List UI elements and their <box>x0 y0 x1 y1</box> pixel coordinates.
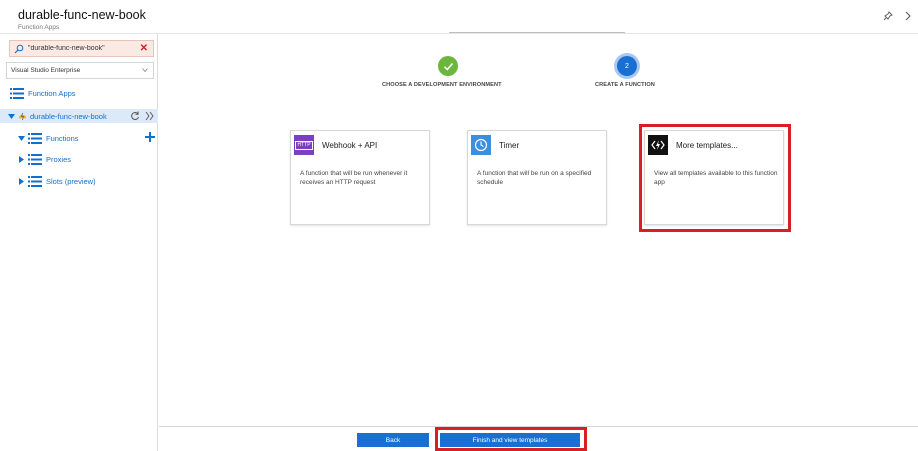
step-complete-check-icon <box>438 56 458 76</box>
step-label-create-function: CREATE A FUNCTION <box>595 82 655 88</box>
list-icon <box>28 153 42 165</box>
sidebar-app-name: durable-func-new-book <box>30 111 107 121</box>
header-actions <box>882 10 914 22</box>
sidebar-item-label: Functions <box>46 133 79 143</box>
sidebar-item-slots[interactable]: Slots (preview) <box>18 174 96 188</box>
close-icon[interactable]: ✕ <box>140 43 148 54</box>
function-app-icon <box>18 112 27 120</box>
wizard-progress-line <box>449 32 625 33</box>
sidebar-item-label: Proxies <box>46 154 72 164</box>
template-card-webhook[interactable]: HTTP Webhook + API A function that will … <box>290 130 430 225</box>
back-button[interactable]: Back <box>357 433 429 447</box>
chevron-down-icon <box>142 68 148 73</box>
sidebar-item-app[interactable]: durable-func-new-book <box>0 109 158 123</box>
step-label-choose-environment: CHOOSE A DEVELOPMENT ENVIRONMENT <box>382 82 502 88</box>
sidebar: ✕ Visual Studio Enterprise Function Apps… <box>0 34 158 451</box>
caret-right-icon[interactable] <box>18 155 25 163</box>
sidebar-item-label: Slots (preview) <box>46 176 96 186</box>
main-content <box>159 34 918 426</box>
page-subtitle: Function Apps <box>18 24 60 31</box>
sidebar-item-label: Function Apps <box>28 88 76 98</box>
subscription-selected-value: Visual Studio Enterprise <box>11 67 81 74</box>
double-chevron-right-icon[interactable] <box>145 111 154 121</box>
search-icon <box>14 44 24 53</box>
card-title: Webhook + API <box>322 140 378 150</box>
list-icon <box>28 132 42 144</box>
sidebar-item-function-apps[interactable]: Function Apps <box>10 86 76 100</box>
refresh-icon[interactable] <box>130 111 140 121</box>
template-card-timer[interactable]: Timer A function that will be run on a s… <box>467 130 607 225</box>
page-title: durable-func-new-book <box>18 8 146 22</box>
caret-down-icon[interactable] <box>18 135 25 142</box>
sidebar-item-proxies[interactable]: Proxies <box>18 152 71 166</box>
expand-icon[interactable] <box>902 10 914 22</box>
portal-window: durable-func-new-book Function Apps ✕ Vi… <box>0 0 918 451</box>
add-function-icon[interactable] <box>144 131 156 143</box>
pin-icon[interactable] <box>882 10 894 22</box>
highlight-box-more-templates <box>639 124 791 232</box>
search-input[interactable] <box>28 45 140 52</box>
subscription-select[interactable]: Visual Studio Enterprise <box>6 62 154 79</box>
caret-down-icon[interactable] <box>8 113 15 120</box>
step-number-badge: 2 <box>617 56 637 76</box>
clock-icon <box>471 135 491 155</box>
card-title: Timer <box>499 140 520 150</box>
highlight-box-finish-button <box>435 427 587 451</box>
caret-right-icon[interactable] <box>18 177 25 185</box>
search-box: ✕ <box>9 40 154 57</box>
list-icon <box>10 87 24 99</box>
blade-header: durable-func-new-book Function Apps <box>0 0 918 34</box>
list-icon <box>28 175 42 187</box>
card-description: A function that will be run whenever it … <box>300 170 408 186</box>
http-icon: HTTP <box>294 135 314 155</box>
card-description: A function that will be run on a specifi… <box>477 170 592 186</box>
sidebar-item-functions[interactable]: Functions <box>18 131 79 145</box>
